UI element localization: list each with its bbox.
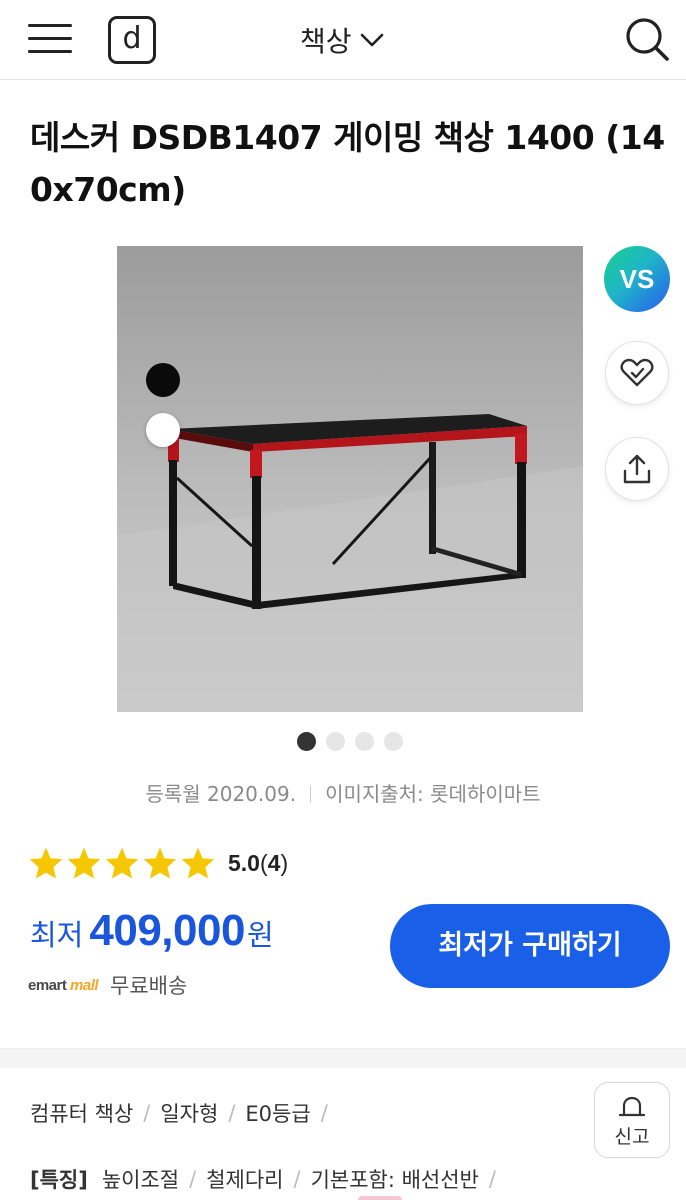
spec-item[interactable]: 컴퓨터 책상 xyxy=(30,1098,133,1128)
report-label: 신고 xyxy=(614,1125,650,1148)
spec-item[interactable]: 일자형 xyxy=(160,1098,218,1128)
buy-lowest-price-button[interactable]: 최저가 구매하기 xyxy=(390,904,670,988)
star-icon xyxy=(105,847,139,879)
floating-indicator xyxy=(358,1196,402,1200)
shipping-info: 무료배송 xyxy=(110,974,188,998)
feature-item: 기본포함: 배선선반 xyxy=(310,1168,479,1192)
emart-mall-logo: emart mall xyxy=(28,976,99,994)
category-dropdown[interactable]: 책상 xyxy=(300,20,384,60)
pager-dot[interactable] xyxy=(297,732,316,751)
star-icon xyxy=(143,847,177,879)
feature-tag: [특징] xyxy=(30,1168,88,1192)
top-bar: d 책상 xyxy=(0,0,686,80)
spec-category: 컴퓨터 책상 / 일자형 / E0등급 / xyxy=(30,1098,338,1128)
price-prefix: 최저 xyxy=(30,918,84,952)
share-button[interactable] xyxy=(605,437,669,501)
wishlist-button[interactable] xyxy=(605,341,669,405)
share-icon xyxy=(623,454,651,484)
rating-stars xyxy=(28,846,216,880)
rating[interactable]: 5.0 (4) xyxy=(28,846,288,880)
registered-date: 등록월 2020.09. xyxy=(145,782,297,806)
section-divider xyxy=(0,1048,686,1068)
product-image[interactable] xyxy=(117,246,583,712)
home-logo[interactable]: d xyxy=(108,16,156,64)
feature-item: 높이조절 xyxy=(101,1168,180,1192)
color-option-white[interactable] xyxy=(146,413,180,447)
vs-compare-button[interactable]: VS xyxy=(604,246,670,312)
feature-item: 철제다리 xyxy=(206,1168,284,1192)
pager-dot[interactable] xyxy=(384,732,403,751)
siren-icon xyxy=(618,1096,646,1116)
menu-icon[interactable] xyxy=(28,22,72,56)
search-icon[interactable] xyxy=(624,16,670,62)
rating-count: (4) xyxy=(259,849,289,876)
product-title: 데스커 DSDB1407 게이밍 책상 1400 (140x70cm) xyxy=(30,118,665,209)
pager-dot[interactable] xyxy=(355,732,374,751)
rating-score: 5.0 xyxy=(228,849,260,876)
report-button[interactable]: 신고 xyxy=(594,1082,670,1158)
heart-icon xyxy=(620,358,654,387)
color-option-black[interactable] xyxy=(146,363,180,397)
lowest-price: 최저 409,000 원 xyxy=(30,906,274,956)
chevron-down-icon xyxy=(360,33,383,47)
star-icon xyxy=(29,847,63,879)
star-icon xyxy=(181,847,215,879)
image-pager[interactable] xyxy=(297,732,403,751)
shop-info: emart mall 무료배송 xyxy=(28,970,187,1000)
spec-item[interactable]: E0등급 xyxy=(245,1098,310,1128)
spec-features: [특징] 높이조절 / 철제다리 / 기본포함: 배선선반 / xyxy=(30,1164,506,1194)
star-icon xyxy=(67,847,101,879)
product-meta: 등록월 2020.09. 이미지출처: 롯데하이마트 xyxy=(0,778,686,807)
pager-dot[interactable] xyxy=(326,732,345,751)
price-value: 409,000 xyxy=(89,906,245,955)
price-unit: 원 xyxy=(246,918,274,952)
category-label: 책상 xyxy=(300,25,352,58)
image-source: 이미지출처: 롯데하이마트 xyxy=(325,782,541,806)
